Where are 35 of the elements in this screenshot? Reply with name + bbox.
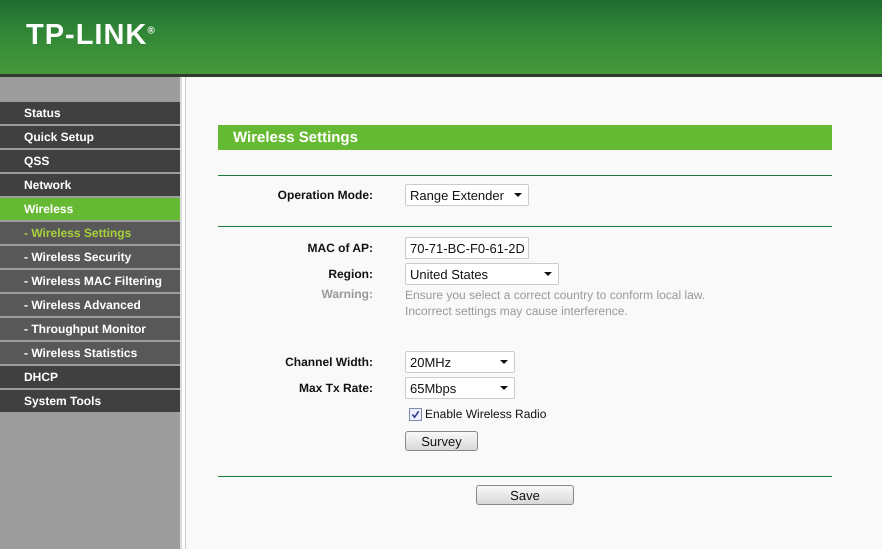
menu-item[interactable]: - Wireless Security bbox=[0, 246, 180, 268]
warning-text: Ensure you select a correct country to conform local law. bbox=[405, 287, 706, 303]
field-label: MAC of AP: bbox=[306, 241, 373, 255]
caret-icon bbox=[544, 272, 552, 276]
menu-item[interactable]: - Wireless Settings bbox=[0, 222, 180, 244]
menu-item[interactable]: - Throughput Monitor bbox=[0, 318, 180, 340]
menu-item[interactable]: Quick Setup bbox=[0, 126, 180, 148]
input-field[interactable]: 70-71-BC-F0-61-2D bbox=[405, 237, 529, 259]
survey-button[interactable]: Survey bbox=[405, 431, 478, 451]
field-label: Region: bbox=[327, 267, 373, 281]
menu-item[interactable]: Network bbox=[0, 174, 180, 196]
field-label: Operation Mode: bbox=[276, 188, 373, 202]
field-label: Channel Width: bbox=[284, 355, 373, 369]
field-label: Warning: bbox=[320, 287, 373, 301]
warning-text: Incorrect settings may cause interference. bbox=[405, 303, 629, 319]
menu-item[interactable]: DHCP bbox=[0, 366, 180, 388]
logo: TP-LINK$^{®}$ bbox=[26, 18, 155, 52]
menu-item[interactable]: Status bbox=[0, 102, 180, 124]
menu-item[interactable]: - Wireless Statistics bbox=[0, 342, 180, 364]
dropdown[interactable]: Range Extender bbox=[405, 184, 529, 206]
caret-icon bbox=[500, 386, 508, 390]
section-title: Wireless Settings bbox=[218, 125, 832, 150]
menu-item[interactable]: System Tools bbox=[0, 390, 180, 412]
menu-item[interactable]: QSS bbox=[0, 150, 180, 172]
caret-icon bbox=[500, 360, 508, 364]
dropdown[interactable]: United States bbox=[405, 263, 559, 285]
dropdown[interactable]: 20MHz bbox=[405, 351, 515, 373]
field-label: Max Tx Rate: bbox=[298, 381, 373, 395]
checkbox-label: Enable Wireless Radio bbox=[425, 407, 546, 421]
menu-item[interactable]: - Wireless Advanced bbox=[0, 294, 180, 316]
caret-icon bbox=[514, 193, 522, 197]
checkbox[interactable] bbox=[409, 408, 422, 420]
dropdown[interactable]: 65Mbps bbox=[405, 377, 515, 399]
save-button[interactable]: Save bbox=[476, 485, 574, 505]
menu-item[interactable]: - Wireless MAC Filtering bbox=[0, 270, 180, 292]
